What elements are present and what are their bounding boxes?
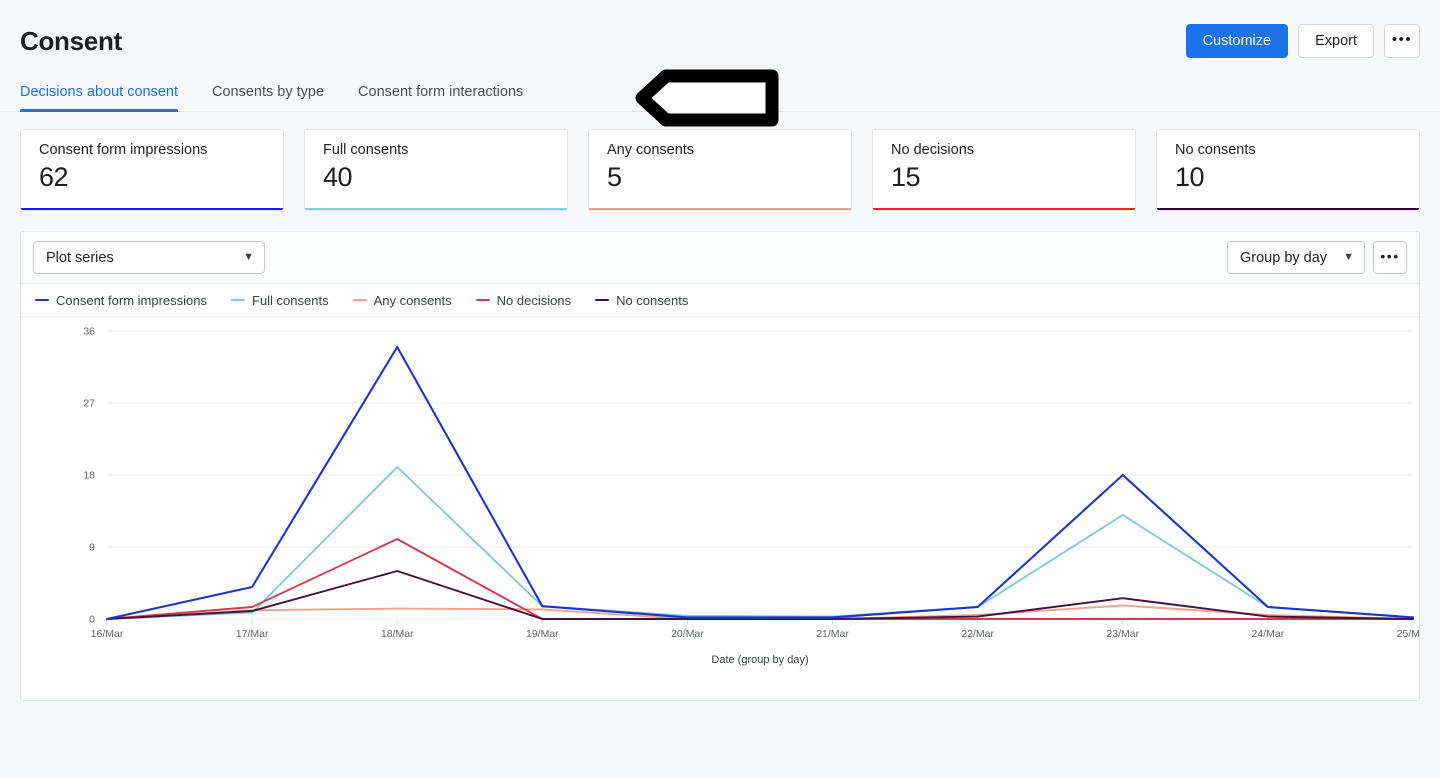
chevron-down-icon: ▼ [243,251,254,263]
kpi-card-consent-form-impressions[interactable]: Consent form impressions 62 [20,129,284,211]
svg-text:27: 27 [83,398,95,410]
page-title: Consent [20,26,122,56]
kpi-label: Any consents [607,142,695,158]
legend-swatch-icon [231,298,245,302]
kpi-card-no-consents[interactable]: No consents 10 [1156,129,1420,211]
chart-panel: Plot series ▼ Group by day ▼ ••• Consent… [20,231,1420,701]
kpi-card-full-consents[interactable]: Full consents 40 [304,129,568,211]
legend-item-no-consents[interactable]: No consents [595,293,688,308]
plot-series-label: Plot series [46,249,114,266]
kpi-value: 40 [323,161,353,192]
header-actions: Customize Export ••• [1185,24,1420,58]
svg-text:24/Mar: 24/Mar [1252,628,1285,640]
svg-text:22/Mar: 22/Mar [961,628,994,640]
svg-text:21/Mar: 21/Mar [816,628,849,640]
legend-item-consent-form-impressions[interactable]: Consent form impressions [35,293,207,308]
kpi-accent-bar [873,208,1135,210]
kpi-accent-bar [21,208,283,210]
line-chart-svg: 0 9 18 27 36 16/Mar 17/Mar 18/Mar 19/Mar 20/Mar 21… [83,326,1419,667]
svg-text:18/Mar: 18/Mar [381,628,414,640]
svg-text:9: 9 [89,542,95,554]
chart-more-options-button[interactable]: ••• [1373,241,1407,274]
legend-swatch-icon [595,298,610,302]
tab-decisions-about-consent[interactable]: Decisions about consent [20,84,178,112]
svg-text:18: 18 [83,470,95,482]
chevron-down-icon: ▼ [1343,251,1354,263]
legend-swatch-icon [475,298,490,302]
svg-text:23/Mar: 23/Mar [1106,628,1139,640]
group-by-select[interactable]: Group by day ▼ [1227,241,1365,274]
page-header: Consent Customize Export ••• [0,0,1440,62]
svg-text:17/Mar: 17/Mar [236,628,269,640]
legend-label: Consent form impressions [56,292,207,308]
tab-consents-by-type[interactable]: Consents by type [212,84,324,111]
kpi-row: Consent form impressions 62 Full consent… [0,112,1440,211]
more-options-button[interactable]: ••• [1384,24,1420,58]
kpi-value: 15 [891,161,921,192]
chart-toolbar-right: Group by day ▼ ••• [1227,241,1407,274]
kpi-value: 62 [39,161,69,192]
svg-text:16/Mar: 16/Mar [91,628,124,640]
legend-item-full-consents[interactable]: Full consents [231,293,329,308]
kpi-value: 10 [1175,161,1205,192]
kpi-accent-bar [589,208,851,210]
tab-consent-form-interactions[interactable]: Consent form interactions [358,84,523,111]
svg-text:0: 0 [89,614,95,626]
svg-text:20/Mar: 20/Mar [671,628,704,640]
group-by-label: Group by day [1240,249,1328,266]
legend-swatch-icon [35,298,49,302]
legend-item-any-consents[interactable]: Any consents [352,292,452,308]
svg-text:Date (group by day): Date (group by day) [711,654,808,666]
kpi-card-no-decisions[interactable]: No decisions 15 [872,129,1136,211]
export-button[interactable]: Export [1298,24,1374,58]
legend-item-no-decisions[interactable]: No decisions [475,292,572,308]
legend-label: No decisions [496,292,572,308]
chart-legend: Consent form impressions Full consents A… [21,284,1419,317]
plot-series-select[interactable]: Plot series ▼ [33,241,265,274]
kpi-card-any-consents[interactable]: Any consents 5 [588,129,852,211]
kpi-accent-bar [305,208,567,210]
kpi-accent-bar [1157,208,1419,210]
customize-button[interactable]: Customize [1185,24,1289,58]
kpi-label: No decisions [891,142,975,158]
tab-bar: Decisions about consent Consents by type… [0,62,1440,127]
chart-plot-area[interactable]: 0 9 18 27 36 16/Mar 17/Mar 18/Mar 19/Mar 20/Mar 21… [21,317,1419,700]
kpi-label: Consent form impressions [39,142,208,158]
svg-text:36: 36 [83,326,95,338]
chart-toolbar: Plot series ▼ Group by day ▼ ••• [21,232,1419,284]
legend-label: No consents [616,292,689,308]
kpi-value: 5 [607,161,622,192]
kpi-label: Full consents [323,142,409,158]
svg-text:19/Mar: 19/Mar [526,628,559,640]
legend-label: Any consents [373,292,452,308]
legend-swatch-icon [352,298,367,302]
kpi-label: No consents [1175,142,1256,158]
svg-text:25/Mar: 25/Mar [1397,628,1419,640]
legend-label: Full consents [252,292,329,308]
